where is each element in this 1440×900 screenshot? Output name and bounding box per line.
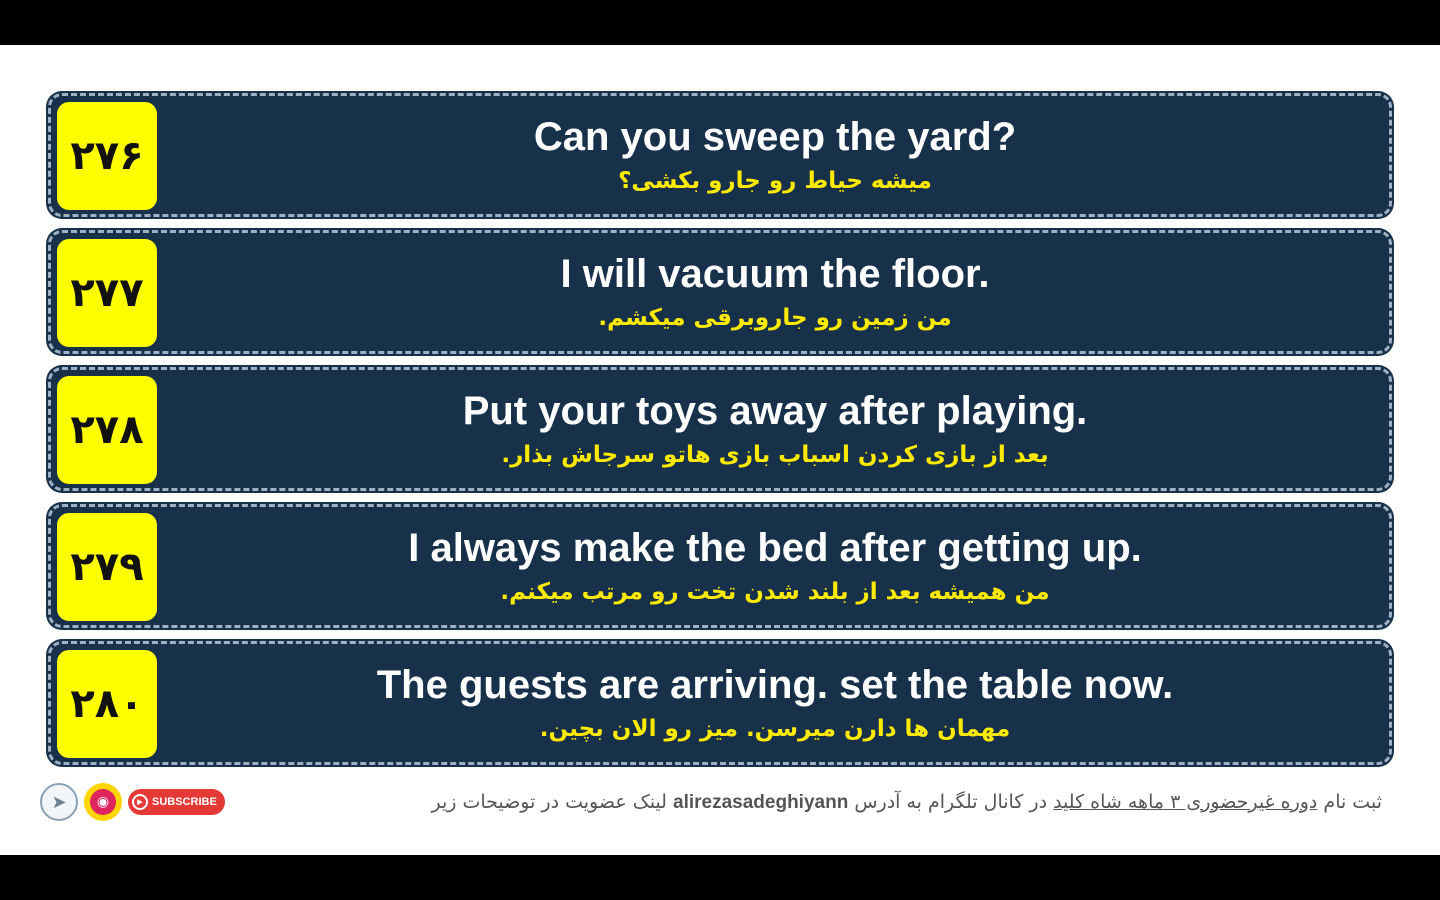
camera-icon: ◉ [90, 789, 116, 815]
phrase-number: ۲۷۸ [57, 376, 157, 484]
phrase-list: ۲۷۶ Can you sweep the yard? میشه حیاط رو… [48, 93, 1392, 778]
english-sentence: I always make the bed after getting up. [408, 526, 1142, 570]
persian-translation: من همیشه بعد از بلند شدن تخت رو مرتب میک… [500, 579, 1050, 605]
phrase-texts: The guests are arriving. set the table n… [161, 644, 1389, 762]
promo-text: ثبت نام دوره غیرحضوری ۳ ماهه شاه کلید در… [431, 791, 1382, 814]
phrase-texts: I always make the bed after getting up. … [161, 507, 1389, 625]
persian-translation: میشه حیاط رو جارو بکشی؟ [618, 168, 932, 194]
phrase-card: ۲۸۰ The guests are arriving. set the tab… [48, 641, 1392, 765]
persian-translation: من زمین رو جاروبرقی میکشم. [598, 305, 952, 331]
course-link[interactable]: دوره غیرحضوری ۳ ماهه شاه کلید [1053, 791, 1317, 813]
phrase-number: ۲۷۹ [57, 513, 157, 621]
social-icons: ➤ ◉ ▶ SUBSCRIBE [40, 783, 225, 821]
phrase-texts: I will vacuum the floor. من زمین رو جارو… [161, 233, 1389, 351]
persian-translation: بعد از بازی کردن اسباب بازی هاتو سرجاش ب… [501, 442, 1049, 468]
video-frame: ۲۷۶ Can you sweep the yard? میشه حیاط رو… [0, 45, 1440, 855]
english-sentence: The guests are arriving. set the table n… [376, 663, 1174, 707]
telegram-icon[interactable]: ➤ [40, 783, 78, 821]
promo-footer: ➤ ◉ ▶ SUBSCRIBE ثبت نام دوره غیرحضوری ۳ … [40, 781, 1382, 823]
phrase-card: ۲۷۸ Put your toys away after playing. بع… [48, 367, 1392, 491]
youtube-play-icon: ▶ [132, 794, 148, 810]
persian-translation: مهمان ها دارن میرسن. میز رو الان بچین. [539, 716, 1011, 742]
subscribe-label: SUBSCRIBE [152, 796, 217, 808]
promo-part3: لینک عضویت در توضیحات زیر [431, 790, 673, 813]
instagram-icon[interactable]: ◉ [84, 783, 122, 821]
english-sentence: I will vacuum the floor. [560, 252, 990, 296]
english-sentence: Put your toys away after playing. [462, 389, 1088, 433]
promo-part1: ثبت نام [1317, 790, 1382, 813]
promo-part2: در کانال تلگرام به آدرس [848, 790, 1054, 813]
phrase-card: ۲۷۹ I always make the bed after getting … [48, 504, 1392, 628]
phrase-number: ۲۸۰ [57, 650, 157, 758]
english-sentence: Can you sweep the yard? [533, 115, 1017, 159]
phrase-texts: Put your toys away after playing. بعد از… [161, 370, 1389, 488]
phrase-number: ۲۷۷ [57, 239, 157, 347]
phrase-card: ۲۷۶ Can you sweep the yard? میشه حیاط رو… [48, 93, 1392, 217]
subscribe-button[interactable]: ▶ SUBSCRIBE [128, 789, 225, 815]
phrase-texts: Can you sweep the yard? میشه حیاط رو جار… [161, 96, 1389, 214]
telegram-handle[interactable]: alirezasadeghiyann [673, 792, 848, 813]
phrase-number: ۲۷۶ [57, 102, 157, 210]
phrase-card: ۲۷۷ I will vacuum the floor. من زمین رو … [48, 230, 1392, 354]
